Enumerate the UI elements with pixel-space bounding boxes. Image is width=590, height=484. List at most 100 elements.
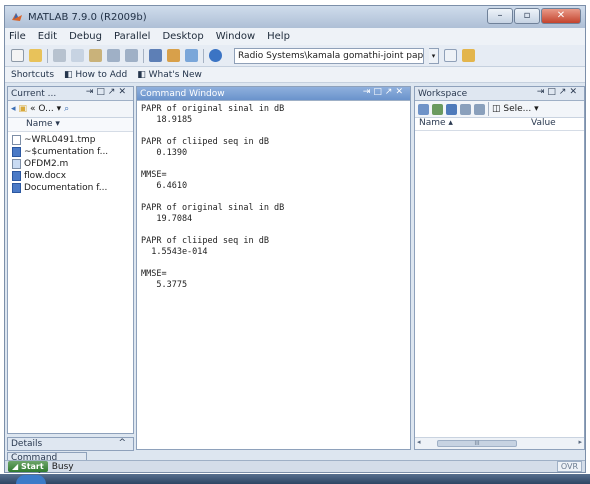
start-label: Start (20, 462, 44, 471)
output-line: 6.4610 (141, 181, 188, 191)
word-file-icon (12, 183, 21, 193)
name-column-header[interactable]: Name ▾ (8, 118, 133, 132)
toolbar-separator (203, 48, 204, 63)
plot-select-dropdown[interactable]: ◫ Sele... ▾ (492, 104, 539, 114)
overwrite-indicator: OVR (556, 461, 582, 472)
tmp-file-icon (12, 135, 21, 145)
folder-navigation: ◂ ▣ « O... ▾ ⌕ (8, 101, 133, 118)
folder-path-dropdown[interactable]: « O... ▾ (30, 104, 61, 114)
save-workspace-icon[interactable] (460, 103, 471, 115)
word-file-icon (12, 147, 21, 157)
simulink-icon[interactable] (149, 49, 162, 62)
delete-variable-icon[interactable] (474, 103, 485, 115)
status-bar: ◢ Start Busy OVR (5, 460, 585, 472)
toolbar-separator (47, 48, 48, 63)
minimize-button[interactable]: – (487, 8, 513, 24)
pane-controls-icon[interactable]: ⇥□↗✕ (363, 87, 406, 97)
profiler-icon[interactable] (185, 49, 198, 62)
folder-icon: ▣ (18, 104, 28, 114)
scrollbar-thumb[interactable]: III (437, 440, 517, 447)
shortcuts-bar: Shortcuts ◧ How to Add ◧ What's New (5, 67, 585, 83)
current-directory-input[interactable]: Radio Systems\kamala gomathi-joint papr\… (234, 47, 424, 64)
new-variable-icon[interactable] (418, 103, 429, 115)
help-icon[interactable] (209, 49, 222, 62)
menu-debug[interactable]: Debug (69, 31, 102, 42)
details-header: Details ^ (8, 438, 133, 450)
current-folder-header: Current ... ⇥□↗✕ (8, 87, 133, 101)
menu-file[interactable]: File (9, 31, 26, 42)
cut-icon[interactable] (53, 49, 66, 62)
window-controls: – ▫ ✕ (487, 8, 581, 24)
list-item[interactable]: flow.docx (8, 170, 133, 182)
redo-icon[interactable] (125, 49, 138, 62)
shortcut-label: What's New (148, 69, 202, 80)
list-item[interactable]: Documentation f... (8, 182, 133, 194)
shortcut-whats-new[interactable]: ◧ What's New (137, 70, 202, 80)
command-window-header: Command Window ⇥□↗✕ (137, 87, 410, 101)
paste-icon[interactable] (89, 49, 102, 62)
pane-controls-icon[interactable]: ⇥□↗✕ (86, 87, 129, 97)
copy-icon[interactable] (71, 49, 84, 62)
plot-select-label: Sele... (503, 104, 532, 114)
output-line: PAPR of cliiped seq in dB (141, 236, 269, 246)
output-line: 1.5543e-014 (141, 247, 208, 257)
menu-window[interactable]: Window (216, 31, 255, 42)
menu-help[interactable]: Help (267, 31, 290, 42)
browse-folder-icon[interactable] (444, 49, 457, 62)
import-data-icon[interactable] (446, 103, 457, 115)
command-window-pane[interactable]: Command Window ⇥□↗✕ PAPR of original sin… (136, 86, 411, 450)
windows-start-orb-icon[interactable] (16, 475, 46, 484)
file-name: ~$cumentation f... (24, 147, 109, 157)
undo-icon[interactable] (107, 49, 120, 62)
open-folder-icon[interactable] (29, 49, 42, 62)
word-file-icon (12, 171, 21, 181)
file-name: Documentation f... (24, 183, 108, 193)
horizontal-scrollbar[interactable]: ◂ III ▸ (415, 437, 584, 449)
window-title: MATLAB 7.9.0 (R2009b) (28, 11, 147, 23)
workspace-column-headers: Name ▴ Value (415, 118, 584, 131)
menu-desktop[interactable]: Desktop (162, 31, 203, 42)
maximize-button[interactable]: ▫ (514, 8, 540, 24)
output-line: MMSE= (141, 170, 167, 180)
list-item[interactable]: ~$cumentation f... (8, 146, 133, 158)
file-name: flow.docx (24, 171, 67, 181)
close-button[interactable]: ✕ (541, 8, 581, 24)
start-button[interactable]: ◢ Start (8, 461, 48, 472)
list-item[interactable]: OFDM2.m (8, 158, 133, 170)
output-line: PAPR of original sinal in dB (141, 203, 285, 213)
back-arrow-icon[interactable]: ◂ (11, 104, 16, 114)
pane-title: Current ... (11, 88, 57, 99)
os-taskbar (0, 474, 590, 484)
folder-up-icon[interactable] (462, 49, 475, 62)
workspace-pane: Workspace ⇥□↗✕ ◫ Sele... ▾ Name ▴ Value … (414, 86, 585, 450)
output-line: PAPR of cliiped seq in dB (141, 137, 269, 147)
menu-bar: File Edit Debug Parallel Desktop Window … (5, 28, 585, 45)
guide-icon[interactable] (167, 49, 180, 62)
open-variable-icon[interactable] (432, 103, 443, 115)
details-panel[interactable]: Details ^ (7, 437, 134, 451)
name-column-header[interactable]: Name ▴ (415, 118, 527, 130)
menu-parallel[interactable]: Parallel (114, 31, 150, 42)
chevron-down-icon[interactable]: ▾ (429, 47, 439, 64)
main-toolbar: Radio Systems\kamala gomathi-joint papr\… (5, 45, 585, 67)
pane-controls-icon[interactable]: ⇥□↗✕ (537, 87, 580, 97)
workspace-toolbar: ◫ Sele... ▾ (415, 101, 584, 118)
output-line: 19.7084 (141, 214, 193, 224)
scroll-right-icon[interactable]: ▸ (578, 438, 582, 446)
chevron-up-icon[interactable]: ^ (118, 438, 129, 448)
new-file-icon[interactable] (11, 49, 24, 62)
scroll-left-icon[interactable]: ◂ (417, 438, 421, 446)
command-output[interactable]: PAPR of original sinal in dB 18.9185 PAP… (137, 101, 410, 294)
shortcut-how-to-add[interactable]: ◧ How to Add (64, 70, 127, 80)
menu-edit[interactable]: Edit (38, 31, 57, 42)
output-line: 5.3775 (141, 280, 188, 290)
title-bar: MATLAB 7.9.0 (R2009b) – ▫ ✕ (5, 6, 585, 28)
list-item[interactable]: ~WRL0491.tmp (8, 134, 133, 146)
file-name: OFDM2.m (24, 159, 69, 169)
search-icon[interactable]: ⌕ (64, 104, 69, 114)
file-list: ~WRL0491.tmp ~$cumentation f... OFDM2.m … (8, 132, 133, 194)
value-column-header[interactable]: Value (527, 118, 556, 130)
